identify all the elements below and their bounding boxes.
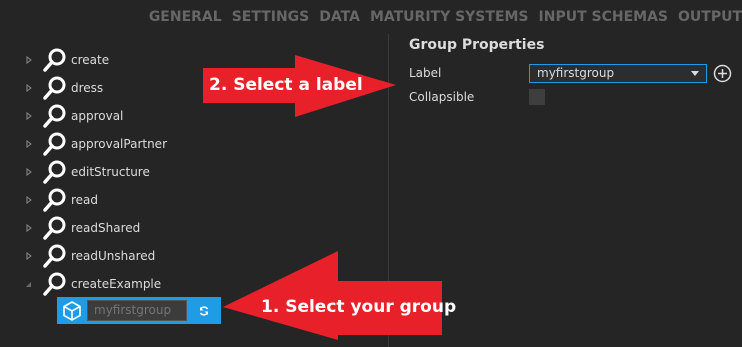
top-navigation: GENERAL SETTINGS DATA MATURITY SYSTEMS I… <box>0 0 742 34</box>
selected-group-row[interactable] <box>57 297 221 324</box>
caret-right-icon[interactable] <box>24 83 34 93</box>
nav-output[interactable]: OUTPUT <box>678 9 742 25</box>
tree-item-label: readUnshared <box>71 249 156 263</box>
tree-item-label: approvalPartner <box>71 137 167 151</box>
refresh-icon[interactable] <box>187 297 221 324</box>
magnifier-icon <box>42 215 68 241</box>
magnifier-icon <box>42 47 68 73</box>
magnifier-icon <box>42 187 68 213</box>
tree-item-label: read <box>71 193 99 207</box>
tree-item-approval[interactable]: approval <box>24 102 123 130</box>
tree-item-dress[interactable]: dress <box>24 74 103 102</box>
caret-right-icon[interactable] <box>24 195 34 205</box>
magnifier-icon <box>42 131 68 157</box>
tree-item-label: createExample <box>71 277 162 291</box>
nav-input-schemas[interactable]: INPUT SCHEMAS <box>539 9 668 25</box>
magnifier-icon <box>42 159 68 185</box>
cube-icon <box>57 297 87 324</box>
nav-settings[interactable]: SETTINGS <box>232 9 310 25</box>
tree-item-label: create <box>71 53 110 67</box>
callout-select-group: 1. Select your group <box>223 251 456 340</box>
nav-general[interactable]: GENERAL <box>149 9 222 25</box>
tree-item-readShared[interactable]: readShared <box>24 214 140 242</box>
group-name-input[interactable] <box>87 300 187 321</box>
caret-right-icon[interactable] <box>24 55 34 65</box>
label-select[interactable]: myfirstgroup <box>529 64 707 83</box>
nav-data[interactable]: DATA <box>319 9 360 25</box>
tree-item-createExample[interactable]: createExample <box>24 270 161 298</box>
callout-select-label: 2. Select a label <box>203 55 398 117</box>
tree-item-label: readShared <box>71 221 141 235</box>
caret-right-icon[interactable] <box>24 223 34 233</box>
collapsible-checkbox[interactable] <box>529 89 545 105</box>
add-label-button[interactable] <box>713 64 732 83</box>
caret-right-icon[interactable] <box>24 251 34 261</box>
callout-select-label-text: 2. Select a label <box>209 75 363 95</box>
group-properties-title: Group Properties <box>409 37 545 53</box>
tree-item-label: editStructure <box>71 165 150 179</box>
caret-down-icon[interactable] <box>24 279 34 289</box>
tree-item-approvalPartner[interactable]: approvalPartner <box>24 130 167 158</box>
label-select-value: myfirstgroup <box>537 66 615 80</box>
magnifier-icon <box>42 271 68 297</box>
caret-right-icon[interactable] <box>24 139 34 149</box>
tree-item-label: approval <box>71 109 124 123</box>
nav-maturity-systems[interactable]: MATURITY SYSTEMS <box>370 9 529 25</box>
magnifier-icon <box>42 103 68 129</box>
caret-right-icon[interactable] <box>24 167 34 177</box>
tree-item-editStructure[interactable]: editStructure <box>24 158 150 186</box>
caret-right-icon[interactable] <box>24 111 34 121</box>
plus-circle-icon <box>713 64 732 83</box>
tree-item-readUnshared[interactable]: readUnshared <box>24 242 155 270</box>
tree-item-label: dress <box>71 81 104 95</box>
tree-item-create[interactable]: create <box>24 46 109 74</box>
callout-select-group-text: 1. Select your group <box>261 297 457 317</box>
label-field-label: Label <box>409 66 442 80</box>
magnifier-icon <box>42 75 68 101</box>
magnifier-icon <box>42 243 68 269</box>
chevron-down-icon <box>691 71 699 76</box>
tree-item-read[interactable]: read <box>24 186 98 214</box>
collapsible-field-label: Collapsible <box>409 90 475 104</box>
